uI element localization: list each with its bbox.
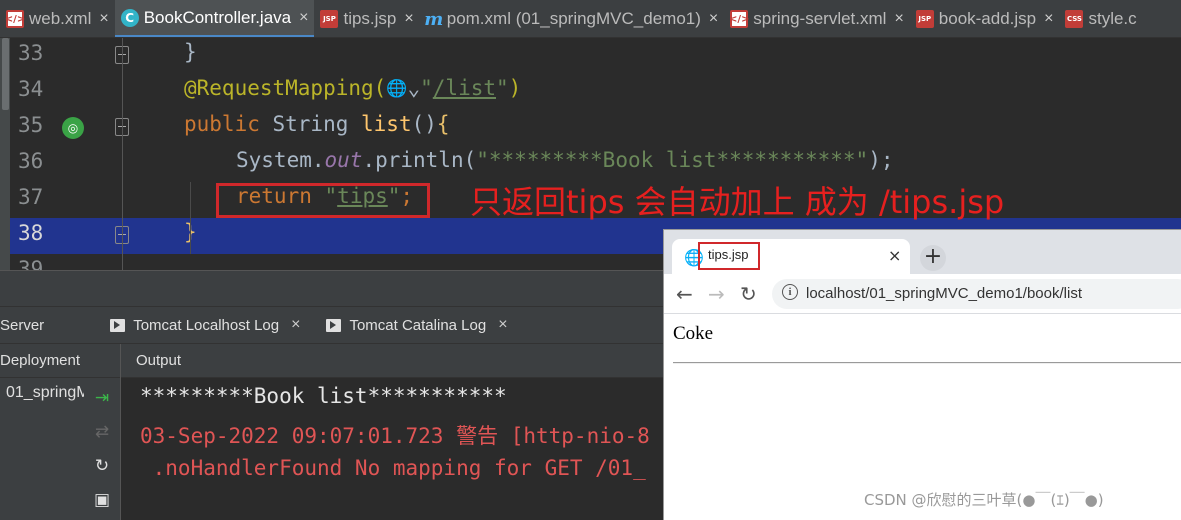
- gutter-divider: [122, 38, 123, 270]
- reload-icon[interactable]: ↻: [740, 282, 757, 306]
- watermark: CSDN @欣慰的三叶草(●￣(ｴ)￣●): [864, 491, 1104, 509]
- editor-tab-book-add-jsp[interactable]: JSP book-add.jsp ×: [910, 0, 1060, 37]
- horizontal-rule: [673, 362, 1181, 364]
- close-icon[interactable]: ×: [894, 10, 903, 28]
- deployment-list: 01_springMVC ⇥ ⇄ ↻ ▣: [0, 378, 120, 520]
- console-line: *********Book list***********: [140, 384, 507, 408]
- editor-tab-spring-servlet-xml[interactable]: </> spring-servlet.xml ×: [724, 0, 910, 37]
- line-number: 37: [18, 185, 44, 209]
- close-icon[interactable]: ×: [498, 316, 507, 334]
- jsp-file-icon: JSP: [320, 10, 339, 28]
- globe-icon[interactable]: 🌐: [386, 79, 407, 99]
- close-icon[interactable]: ×: [291, 316, 300, 334]
- editor-tab-bookcontroller-java[interactable]: C BookController.java ×: [114, 0, 315, 37]
- page-body-text: Coke: [673, 323, 714, 344]
- maven-icon: m: [424, 8, 444, 30]
- jsp-file-icon: JSP: [915, 10, 934, 28]
- scrollbar-thumb[interactable]: [2, 38, 9, 110]
- back-arrow-icon[interactable]: ←: [676, 282, 693, 306]
- close-icon[interactable]: ×: [404, 10, 413, 28]
- highlight-box-return: [216, 183, 430, 218]
- dump-threads-icon[interactable]: ▣: [92, 490, 112, 510]
- xml-file-icon: </>: [5, 10, 25, 28]
- java-class-icon: C: [120, 8, 139, 27]
- tab-server[interactable]: Server: [0, 317, 44, 334]
- browser-tab-title: tips.jsp: [708, 247, 749, 262]
- tab-label: Tomcat Localhost Log: [133, 316, 280, 334]
- forward-arrow-icon[interactable]: →: [708, 282, 725, 306]
- close-icon[interactable]: ×: [99, 10, 108, 28]
- editor-tab-tips-jsp[interactable]: JSP tips.jsp ×: [314, 0, 419, 37]
- output-header: Output: [136, 352, 182, 369]
- css-file-icon: CSS: [1065, 10, 1084, 28]
- undeploy-icon[interactable]: ⇄: [92, 422, 112, 442]
- new-tab-button[interactable]: +: [920, 245, 946, 271]
- editor-tab-label: BookController.java: [143, 7, 292, 27]
- annotation-note: 只返回tips 会自动加上 成为 /tips.jsp: [470, 183, 1005, 221]
- spring-web-mapping-icon[interactable]: ◎: [62, 117, 84, 139]
- chevron-down-icon: ⌄: [407, 76, 421, 100]
- console-log-icon: [326, 318, 342, 332]
- deployment-item[interactable]: 01_springMVC: [6, 384, 84, 402]
- line-number: 35: [18, 113, 44, 137]
- editor-scrollbar[interactable]: [0, 38, 10, 270]
- close-icon[interactable]: ×: [888, 246, 901, 265]
- line-number: 33: [18, 41, 44, 65]
- editor-tab-label: web.xml: [29, 9, 92, 28]
- code-line-33[interactable]: 33 }: [10, 38, 1181, 74]
- info-icon[interactable]: i: [782, 284, 798, 300]
- browser-window: 🌐 tips.jsp × + ← → ↻ i localhost/01_spri…: [663, 229, 1181, 520]
- close-icon[interactable]: ×: [299, 9, 308, 27]
- line-number: 39: [18, 257, 44, 270]
- editor-tab-label: tips.jsp: [343, 9, 397, 28]
- deployment-header: Deployment: [0, 352, 81, 369]
- editor-tab-label: book-add.jsp: [938, 9, 1037, 28]
- deploy-all-icon[interactable]: ⇥: [92, 388, 112, 408]
- editor-tab-label: spring-servlet.xml: [753, 9, 887, 28]
- line-number: 36: [18, 149, 44, 173]
- editor-tab-web-xml[interactable]: </> web.xml ×: [0, 0, 115, 37]
- url-text: localhost/01_springMVC_demo1/book/list: [806, 285, 1082, 302]
- browser-toolbar: ← → ↻ i localhost/01_springMVC_demo1/boo…: [664, 274, 1181, 314]
- editor-tab-label: pom.xml (01_springMVC_demo1): [446, 9, 701, 28]
- close-icon[interactable]: ×: [1044, 10, 1053, 28]
- code-text: public String list(){: [184, 112, 450, 136]
- close-icon[interactable]: ×: [709, 10, 718, 28]
- line-number: 34: [18, 77, 44, 101]
- editor-tab-bar: </> web.xml × C BookController.java × JS…: [0, 0, 1181, 38]
- refresh-icon[interactable]: ↻: [92, 456, 112, 476]
- editor-tab-label: style.c: [1088, 9, 1137, 28]
- code-line-34[interactable]: 34 @RequestMapping(🌐⌄"/list"): [10, 74, 1181, 110]
- xml-file-icon: </>: [729, 10, 749, 28]
- code-text: System.out.println("*********Book list**…: [236, 148, 894, 172]
- editor-tab-style-css[interactable]: CSS style.c: [1059, 0, 1142, 37]
- console-line: 03-Sep-2022 09:07:01.723 警告 [http-nio-8: [140, 424, 650, 448]
- browser-tab-tips-jsp[interactable]: 🌐 tips.jsp ×: [672, 239, 910, 274]
- code-text: }: [184, 40, 197, 64]
- indent-guide: [190, 182, 191, 254]
- code-line-35[interactable]: 35 ◎ public String list(){: [10, 110, 1181, 146]
- tab-tomcat-localhost-log[interactable]: Tomcat Localhost Log ×: [110, 316, 300, 334]
- address-bar[interactable]: i localhost/01_springMVC_demo1/book/list: [772, 279, 1181, 309]
- console-log-icon: [110, 318, 126, 332]
- tab-tomcat-catalina-log[interactable]: Tomcat Catalina Log ×: [326, 316, 508, 334]
- editor-tab-pom-xml[interactable]: m pom.xml (01_springMVC_demo1) ×: [420, 0, 725, 37]
- tab-label: Tomcat Catalina Log: [349, 316, 487, 334]
- line-number: 38: [18, 221, 44, 245]
- console-line: .noHandlerFound No mapping for GET /01_: [140, 456, 646, 480]
- console-output[interactable]: *********Book list*********** 03-Sep-202…: [121, 378, 663, 520]
- code-text: @RequestMapping(🌐⌄"/list"): [184, 76, 522, 100]
- browser-tab-strip: 🌐 tips.jsp × +: [664, 230, 1181, 274]
- tab-label: Server: [0, 316, 45, 334]
